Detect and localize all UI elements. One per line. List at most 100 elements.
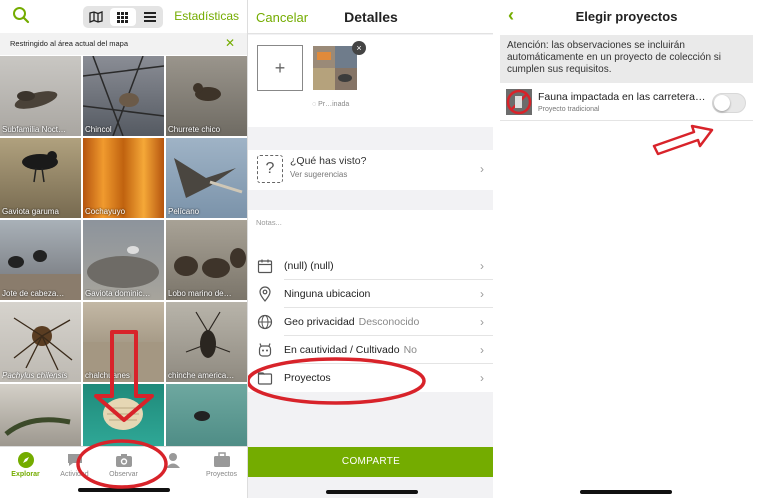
project-type: Proyecto tradicional: [538, 106, 600, 113]
explore-icon: [17, 451, 35, 469]
tile-label: Lobo marino de…: [168, 289, 232, 298]
briefcase-icon: [213, 451, 231, 469]
date-label: (null) (null): [284, 260, 334, 272]
globe-icon: [257, 314, 273, 330]
captive-label: En cautividad / Cultivado No: [284, 344, 417, 356]
home-indicator: [580, 490, 672, 494]
page-title: Elegir proyectos: [575, 9, 678, 24]
check-circle-icon: ◌: [312, 101, 317, 108]
tile-label: Jote de cabeza…: [2, 289, 65, 298]
close-icon[interactable]: ✕: [225, 36, 235, 50]
remove-photo-button[interactable]: ×: [352, 41, 366, 55]
location-row[interactable]: Ninguna ubicacion ›: [248, 280, 493, 308]
grid-tile[interactable]: Jote de cabeza…: [0, 220, 81, 300]
tab-observar[interactable]: Observar: [99, 451, 148, 478]
tile-label: Pachylus chilensis: [2, 371, 68, 380]
tab-label: Proyectos: [205, 471, 238, 478]
projects-row[interactable]: Proyectos ›: [248, 364, 493, 392]
grid-tile[interactable]: Cochayuyo: [83, 138, 164, 218]
geoprivacy-value: Desconocido: [358, 316, 420, 328]
calendar-icon: [257, 258, 273, 274]
tile-label: Churrete chico: [168, 125, 221, 134]
folder-icon: [257, 370, 273, 386]
grid-tile[interactable]: Chincol: [83, 56, 164, 136]
view-toggle: [83, 6, 163, 28]
restriction-label: Restringido al área actual del mapa: [10, 39, 128, 48]
grid-tile[interactable]: Gaviota garuma: [0, 138, 81, 218]
map-restriction-bar: Restringido al área actual del mapa ✕: [0, 33, 247, 55]
location-label: Ninguna ubicacion: [284, 288, 371, 300]
grid-tile[interactable]: Pachylus chilensis: [0, 302, 81, 382]
species-picker-row[interactable]: ? ¿Qué has visto? Ver sugerencias ›: [248, 150, 493, 190]
details-list: (null) (null) › Ninguna ubicacion › Geo …: [248, 252, 493, 392]
tab-label: Explorar: [11, 471, 40, 478]
chevron-right-icon: ›: [480, 343, 484, 357]
grid-tile[interactable]: chinche america…: [166, 302, 247, 382]
project-logo-icon: [506, 89, 532, 115]
location-pin-icon: [257, 286, 273, 302]
grid-view-icon[interactable]: [110, 8, 136, 26]
grid-tile[interactable]: [166, 384, 247, 446]
grid-tile[interactable]: [83, 384, 164, 446]
notes-placeholder: Notas...: [256, 218, 282, 227]
project-row[interactable]: Fauna impactada en las carretera… Proyec…: [500, 87, 753, 121]
grid-tile[interactable]: Pelícano: [166, 138, 247, 218]
tile-label: Pelícano: [168, 207, 200, 216]
photo-status-label: Pr…inada: [318, 101, 350, 108]
suggestions-link: Ver sugerencias: [290, 170, 348, 179]
captive-icon: [257, 342, 273, 358]
grid-tile[interactable]: Gaviota dominic…: [83, 220, 164, 300]
notes-field[interactable]: Notas...: [248, 210, 493, 252]
list-view-icon[interactable]: [138, 6, 163, 28]
tile-label: chinche america…: [168, 371, 235, 380]
details-header: Cancelar Detalles: [248, 0, 493, 34]
media-section: + × ◌ Pr…inada: [248, 35, 493, 127]
captive-row[interactable]: En cautividad / Cultivado No ›: [248, 336, 493, 364]
project-toggle[interactable]: [712, 93, 746, 113]
map-view-icon[interactable]: [83, 6, 108, 28]
choose-projects-screen: ‹ Elegir proyectos Atención: las observa…: [500, 0, 753, 498]
grid-tile[interactable]: Churrete chico: [166, 56, 247, 136]
tab-explorar[interactable]: Explorar: [1, 451, 50, 478]
date-row[interactable]: (null) (null) ›: [248, 252, 493, 280]
grid-tile[interactable]: Lobo marino de…: [166, 220, 247, 300]
home-indicator: [78, 488, 170, 492]
photo-thumbnail[interactable]: [313, 46, 357, 90]
add-photo-button[interactable]: +: [257, 45, 303, 91]
grid-tile[interactable]: Subfamilia Noct…: [0, 56, 81, 136]
tile-label: Gaviota garuma: [2, 207, 59, 216]
tab-actividad[interactable]: Actividad: [50, 451, 99, 478]
tile-label: Gaviota dominic…: [85, 289, 151, 298]
camera-icon: [115, 451, 133, 469]
details-screen: Cancelar Detalles + × ◌ Pr…inada ? ¿Qué …: [247, 0, 493, 498]
geoprivacy-label: Geo privacidad Desconocido: [284, 316, 419, 328]
tab-user[interactable]: [148, 451, 197, 471]
bottom-tab-bar: Explorar Actividad Observar Proyectos: [0, 446, 247, 498]
page-title: Detalles: [344, 9, 398, 25]
share-button[interactable]: COMPARTE: [248, 447, 493, 477]
explore-header: Estadísticas: [0, 0, 247, 33]
tile-label: Cochayuyo: [85, 207, 126, 216]
geoprivacy-row[interactable]: Geo privacidad Desconocido ›: [248, 308, 493, 336]
question-mark-icon: ?: [257, 155, 283, 183]
geoprivacy-title: Geo privacidad: [284, 316, 355, 328]
captive-value: No: [403, 344, 418, 356]
tile-label: Subfamilia Noct…: [2, 125, 67, 134]
user-icon: [164, 451, 182, 469]
chevron-right-icon: ›: [480, 259, 484, 273]
search-icon[interactable]: [12, 6, 30, 29]
chevron-right-icon: ›: [480, 315, 484, 329]
chevron-right-icon: ›: [480, 371, 484, 385]
tab-label: Actividad: [60, 471, 89, 478]
projects-header: ‹ Elegir proyectos: [500, 0, 753, 34]
tab-label: Observar: [109, 471, 138, 478]
chevron-right-icon: ›: [480, 287, 484, 301]
grid-tile[interactable]: [0, 384, 81, 446]
statistics-link[interactable]: Estadísticas: [174, 9, 239, 23]
tab-proyectos[interactable]: Proyectos: [197, 451, 246, 478]
grid-tile[interactable]: chalchuanes: [83, 302, 164, 382]
photo-status: ◌ Pr…inada: [312, 101, 349, 108]
tile-label: Chincol: [85, 125, 112, 134]
explore-screen: Estadísticas Restringido al área actual …: [0, 0, 247, 498]
collection-notice: Atención: las observaciones se incluirán…: [500, 35, 753, 83]
